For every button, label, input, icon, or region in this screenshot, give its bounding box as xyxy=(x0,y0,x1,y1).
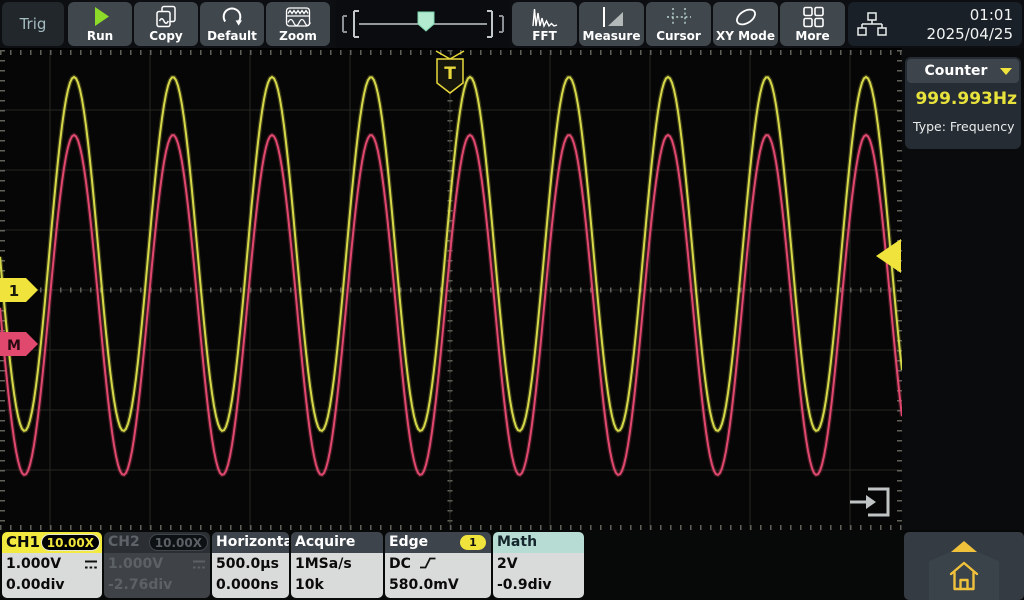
ch1-marker-label: 1 xyxy=(9,282,19,300)
math-scale: 2V xyxy=(497,553,584,575)
trigger-level-value: 580.0mV xyxy=(389,575,491,596)
acquire-block[interactable]: Acquire 1MSa/s 10k xyxy=(291,532,383,598)
math-marker-label: M xyxy=(7,338,21,354)
copy-button[interactable]: Copy xyxy=(134,2,198,46)
trig-label: Trig xyxy=(20,15,47,33)
run-play-icon xyxy=(88,5,112,33)
clock-block: 01:01 2025/04/25 xyxy=(848,2,1022,46)
ch1-scale: 1.000V xyxy=(6,556,61,572)
fft-button[interactable]: FFT xyxy=(512,2,577,46)
network-icon xyxy=(857,12,887,38)
trigger-block[interactable]: Edge 1 DC 580.0mV xyxy=(385,532,491,598)
default-button[interactable]: Default xyxy=(200,2,264,46)
delay-value: 0.000ns xyxy=(216,575,289,596)
measure-icon xyxy=(599,5,625,33)
more-button[interactable]: More xyxy=(780,2,845,46)
cursor-button[interactable]: Cursor xyxy=(646,2,711,46)
ch2-scale: 1.000V xyxy=(108,556,163,572)
trigger-source-badge: 1 xyxy=(460,535,486,550)
horizontal-position-slider[interactable] xyxy=(336,0,510,48)
dc-coupling-icon xyxy=(84,559,98,570)
default-reset-icon xyxy=(220,5,244,33)
trigger-flag-label: T xyxy=(444,64,456,84)
trigger-coupling: DC xyxy=(389,556,411,572)
counter-card: Counter 999.993Hz Type: Frequency xyxy=(905,57,1021,149)
ch2-probe-badge: 10.00X xyxy=(149,534,208,551)
math-level-marker[interactable]: M xyxy=(0,332,38,356)
trigger-type-title: Edge xyxy=(389,534,428,550)
collapse-up-button[interactable] xyxy=(951,537,977,556)
waveform-display: T 1 M xyxy=(0,50,902,530)
math-title: Math xyxy=(493,532,584,553)
fft-spectrum-icon xyxy=(532,5,558,33)
counter-type: Type: Frequency xyxy=(913,119,1014,134)
run-button[interactable]: Run xyxy=(68,2,132,46)
xy-mode-button[interactable]: XY Mode xyxy=(713,2,778,46)
sample-rate-value: 1MSa/s xyxy=(295,553,383,575)
memory-depth-value: 10k xyxy=(295,575,383,596)
zoom-button[interactable]: Zoom xyxy=(266,2,330,46)
bottom-status-bar: CH1 10.00X 1.000V 0.00div CH2 10.00X xyxy=(0,530,1024,600)
ch2-block[interactable]: CH2 10.00X 1.000V -2.76div xyxy=(104,532,210,598)
counter-value: 999.993Hz xyxy=(905,89,1017,109)
counter-title: Counter xyxy=(925,63,988,79)
up-arrow-icon xyxy=(951,541,977,552)
math-offset: -0.9div xyxy=(497,575,584,596)
dc-coupling-icon xyxy=(192,559,206,570)
ch2-offset: -2.76div xyxy=(108,575,210,596)
home-button[interactable] xyxy=(947,558,981,598)
top-toolbar: Trig Run Copy xyxy=(0,0,1024,48)
rising-edge-icon xyxy=(419,556,437,570)
corner-menu-panel xyxy=(904,532,1024,600)
clock-time: 01:01 xyxy=(927,6,1013,25)
cursor-crosshair-icon xyxy=(666,5,692,33)
ch1-block[interactable]: CH1 10.00X 1.000V 0.00div xyxy=(2,532,102,598)
slider-position-marker[interactable] xyxy=(418,12,434,31)
horizontal-title: Horizontal xyxy=(212,532,289,553)
horizontal-block[interactable]: Horizontal 500.0µs 0.000ns xyxy=(212,532,289,598)
right-sidebar: Counter 999.993Hz Type: Frequency xyxy=(902,48,1024,530)
ch1-probe-badge: 10.00X xyxy=(41,534,100,551)
timebase-value: 500.0µs xyxy=(216,553,289,575)
ch2-name: CH2 xyxy=(108,534,140,550)
chevron-down-icon[interactable] xyxy=(1000,68,1012,76)
ch1-offset: 0.00div xyxy=(6,575,102,596)
clock-date: 2025/04/25 xyxy=(927,25,1013,44)
trig-status-button[interactable]: Trig xyxy=(2,2,64,46)
math-block[interactable]: Math 2V -0.9div xyxy=(493,532,584,598)
more-grid-icon xyxy=(801,5,825,33)
acquire-title: Acquire xyxy=(291,532,383,553)
oscilloscope-screen: Trig Run Copy xyxy=(0,0,1024,600)
counter-header[interactable]: Counter xyxy=(907,59,1019,83)
ch1-level-marker[interactable]: 1 xyxy=(0,278,38,302)
copy-icon xyxy=(154,5,178,33)
expand-icon[interactable] xyxy=(850,489,888,515)
xy-ellipse-icon xyxy=(733,5,759,33)
ch1-name: CH1 xyxy=(6,533,40,551)
measure-button[interactable]: Measure xyxy=(579,2,644,46)
wave-zoom-icon xyxy=(285,5,311,33)
home-icon xyxy=(947,558,981,594)
